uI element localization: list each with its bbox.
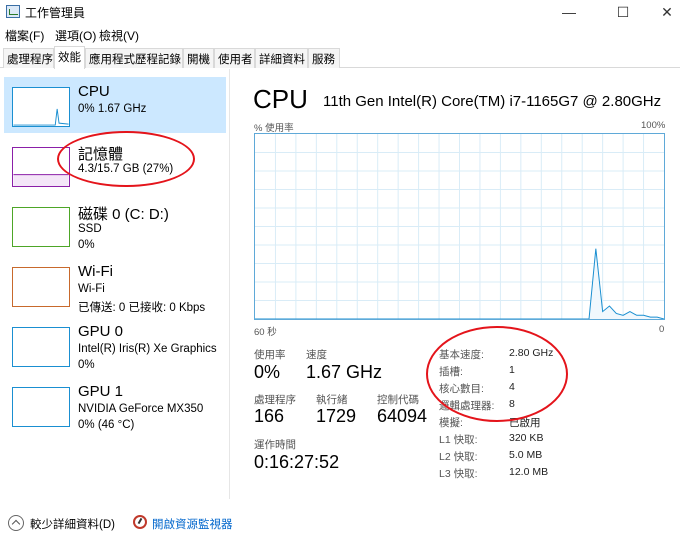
gpu0-thumbnail bbox=[12, 327, 70, 367]
l3-cache-label: L3 快取: bbox=[439, 468, 478, 480]
graph-x-label: 60 秒 bbox=[254, 327, 277, 338]
menu-bar: 檔案(F) 選項(O) 檢視(V) bbox=[0, 25, 680, 45]
graph-x-end: 0 bbox=[659, 324, 665, 335]
window-title: 工作管理員 bbox=[25, 6, 86, 20]
handles-value: 64094 bbox=[377, 406, 428, 426]
fewer-details-button[interactable]: 較少詳細資料(D) bbox=[30, 516, 115, 532]
tab-startup[interactable]: 開機 bbox=[183, 48, 214, 68]
virtualization-label: 模擬: bbox=[439, 417, 463, 429]
sidebar-item-wifi[interactable]: Wi-Fi Wi-Fi 已傳送: 0 已接收: 0 Kbps bbox=[4, 257, 226, 314]
tab-services[interactable]: 服務 bbox=[308, 48, 340, 68]
sidebar-item-label: CPU bbox=[78, 83, 110, 100]
sidebar-item-detail: 0% bbox=[78, 359, 95, 371]
tab-users[interactable]: 使用者 bbox=[214, 48, 255, 68]
sidebar-item-detail: 已傳送: 0 已接收: 0 Kbps bbox=[78, 302, 206, 314]
graph-y-max: 100% bbox=[641, 120, 666, 131]
status-bar: 較少詳細資料(D) 開啟資源監視器 bbox=[0, 508, 680, 536]
base-speed-value: 2.80 GHz bbox=[509, 347, 554, 359]
open-resource-monitor-link[interactable]: 開啟資源監視器 bbox=[152, 516, 233, 532]
sidebar-item-disk[interactable]: 磁碟 0 (C: D:) SSD 0% bbox=[4, 197, 226, 253]
sidebar-item-detail: NVIDIA GeForce MX350 bbox=[78, 403, 204, 415]
speed-value: 1.67 GHz bbox=[306, 362, 383, 382]
sockets-label: 插槽: bbox=[439, 366, 463, 378]
cpu-usage-graph bbox=[254, 133, 665, 320]
page-title: CPU bbox=[253, 84, 308, 114]
logical-processors-label: 邏輯處理器: bbox=[439, 400, 495, 412]
sockets-value: 1 bbox=[509, 364, 515, 376]
uptime-value: 0:16:27:52 bbox=[254, 452, 340, 472]
sidebar-item-label: GPU 1 bbox=[78, 383, 124, 400]
sidebar-item-detail: 0% bbox=[78, 239, 95, 251]
resource-list: CPU 0% 1.67 GHz 記憶體 4.3/15.7 GB (27%) 磁碟… bbox=[0, 69, 230, 499]
tab-details[interactable]: 詳細資料 bbox=[255, 48, 308, 68]
processes-value: 166 bbox=[254, 406, 285, 426]
usage-value: 0% bbox=[254, 362, 281, 382]
wifi-thumbnail bbox=[12, 267, 70, 307]
cores-label: 核心數目: bbox=[439, 383, 484, 395]
l1-cache-label: L1 快取: bbox=[439, 434, 478, 446]
tab-performance[interactable]: 效能 bbox=[54, 46, 85, 69]
memory-thumbnail bbox=[12, 147, 70, 187]
l2-cache-value: 5.0 MB bbox=[509, 449, 543, 461]
maximize-button[interactable]: ☐ bbox=[600, 0, 646, 24]
threads-value: 1729 bbox=[316, 406, 357, 426]
cpu-model: 11th Gen Intel(R) Core(TM) i7-1165G7 @ 2… bbox=[323, 93, 662, 110]
tab-processes[interactable]: 處理程序 bbox=[3, 48, 54, 68]
sidebar-item-detail: Intel(R) Iris(R) Xe Graphics bbox=[78, 343, 217, 355]
sidebar-item-label: GPU 0 bbox=[78, 323, 124, 340]
sidebar-item-label: 磁碟 0 (C: D:) bbox=[78, 206, 169, 223]
gpu1-thumbnail bbox=[12, 387, 70, 427]
tab-app-history[interactable]: 應用程式歷程記錄 bbox=[85, 48, 183, 68]
sidebar-item-label: Wi-Fi bbox=[78, 263, 113, 280]
graph-y-label: % 使用率 bbox=[254, 123, 294, 134]
cpu-thumbnail bbox=[12, 87, 70, 127]
task-manager-icon bbox=[6, 5, 20, 18]
menu-view[interactable]: 檢視(V) bbox=[99, 27, 139, 44]
uptime-label: 運作時間 bbox=[254, 439, 296, 451]
speed-label: 速度 bbox=[306, 349, 327, 361]
sidebar-item-label: 記憶體 bbox=[78, 146, 124, 163]
title-bar: 工作管理員 — ☐ ✕ bbox=[0, 0, 680, 24]
sidebar-item-detail: Wi-Fi bbox=[78, 283, 105, 295]
menu-options[interactable]: 選項(O) bbox=[55, 27, 96, 44]
sidebar-item-detail: SSD bbox=[78, 223, 102, 235]
l1-cache-value: 320 KB bbox=[509, 432, 544, 444]
threads-label: 執行緒 bbox=[316, 394, 348, 406]
cores-value: 4 bbox=[509, 381, 515, 393]
sidebar-item-gpu1[interactable]: GPU 1 NVIDIA GeForce MX350 0% (46 °C) bbox=[4, 377, 226, 433]
tab-bar: 處理程序 效能 應用程式歷程記錄 開機 使用者 詳細資料 服務 bbox=[0, 46, 680, 69]
usage-label: 使用率 bbox=[254, 349, 286, 361]
chevron-up-icon[interactable] bbox=[8, 515, 24, 531]
resource-monitor-icon[interactable] bbox=[133, 515, 147, 529]
sidebar-item-detail: 0% 1.67 GHz bbox=[78, 103, 147, 115]
sidebar-item-cpu[interactable]: CPU 0% 1.67 GHz bbox=[4, 77, 226, 133]
sidebar-item-memory[interactable]: 記憶體 4.3/15.7 GB (27%) bbox=[4, 137, 226, 193]
base-speed-label: 基本速度: bbox=[439, 349, 484, 361]
close-button[interactable]: ✕ bbox=[644, 0, 680, 24]
minimize-button[interactable]: — bbox=[546, 0, 592, 24]
sidebar-item-gpu0[interactable]: GPU 0 Intel(R) Iris(R) Xe Graphics 0% bbox=[4, 317, 226, 373]
sidebar-item-detail: 4.3/15.7 GB (27%) bbox=[78, 163, 174, 175]
disk-thumbnail bbox=[12, 207, 70, 247]
l2-cache-label: L2 快取: bbox=[439, 451, 478, 463]
virtualization-value: 已啟用 bbox=[509, 417, 541, 429]
menu-file[interactable]: 檔案(F) bbox=[5, 27, 44, 44]
l3-cache-value: 12.0 MB bbox=[509, 466, 549, 478]
logical-processors-value: 8 bbox=[509, 398, 515, 410]
handles-label: 控制代碼 bbox=[377, 394, 419, 406]
sidebar-item-detail: 0% (46 °C) bbox=[78, 419, 135, 431]
processes-label: 處理程序 bbox=[254, 394, 296, 406]
